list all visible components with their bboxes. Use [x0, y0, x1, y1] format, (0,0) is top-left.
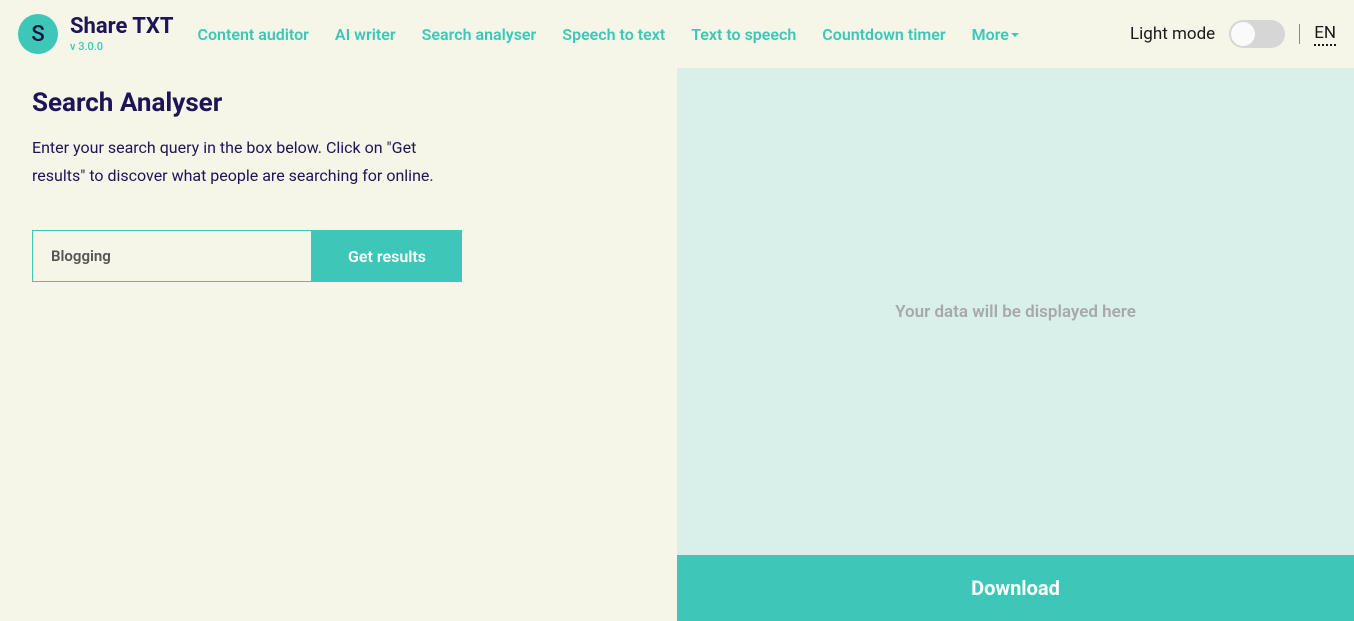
nav-text-to-speech[interactable]: Text to speech	[691, 25, 796, 44]
main-nav: Content auditor AI writer Search analyse…	[198, 25, 1019, 44]
app-title: Share TXT	[70, 15, 174, 39]
right-panel: Your data will be displayed here Downloa…	[677, 68, 1354, 621]
header: S Share TXT v 3.0.0 Content auditor AI w…	[0, 0, 1354, 68]
logo-icon: S	[18, 14, 58, 54]
nav-content-auditor[interactable]: Content auditor	[198, 25, 309, 44]
theme-toggle[interactable]	[1229, 20, 1285, 48]
get-results-button[interactable]: Get results	[312, 230, 462, 282]
nav-search-analyser[interactable]: Search analyser	[422, 25, 537, 44]
nav-more[interactable]: More	[972, 25, 1019, 44]
header-right: Light mode EN	[1130, 20, 1336, 48]
left-panel: Search Analyser Enter your search query …	[0, 68, 677, 621]
search-row: Get results	[32, 230, 462, 282]
toggle-knob	[1231, 22, 1255, 46]
page-description: Enter your search query in the box below…	[32, 134, 452, 190]
logo-text: Share TXT v 3.0.0	[70, 15, 174, 52]
chevron-down-icon	[1011, 33, 1019, 37]
data-display-area: Your data will be displayed here	[677, 68, 1354, 555]
logo-area[interactable]: S Share TXT v 3.0.0	[18, 14, 174, 54]
search-input[interactable]	[32, 230, 312, 282]
language-selector[interactable]: EN	[1314, 23, 1336, 46]
nav-speech-to-text[interactable]: Speech to text	[562, 25, 665, 44]
divider	[1299, 24, 1300, 44]
nav-countdown-timer[interactable]: Countdown timer	[822, 25, 945, 44]
nav-more-label: More	[972, 25, 1009, 44]
theme-mode-label: Light mode	[1130, 24, 1215, 44]
data-placeholder-text: Your data will be displayed here	[895, 302, 1136, 322]
download-button[interactable]: Download	[677, 555, 1354, 621]
main-content: Search Analyser Enter your search query …	[0, 68, 1354, 621]
nav-ai-writer[interactable]: AI writer	[335, 25, 396, 44]
page-title: Search Analyser	[32, 88, 645, 118]
app-version: v 3.0.0	[70, 40, 174, 53]
